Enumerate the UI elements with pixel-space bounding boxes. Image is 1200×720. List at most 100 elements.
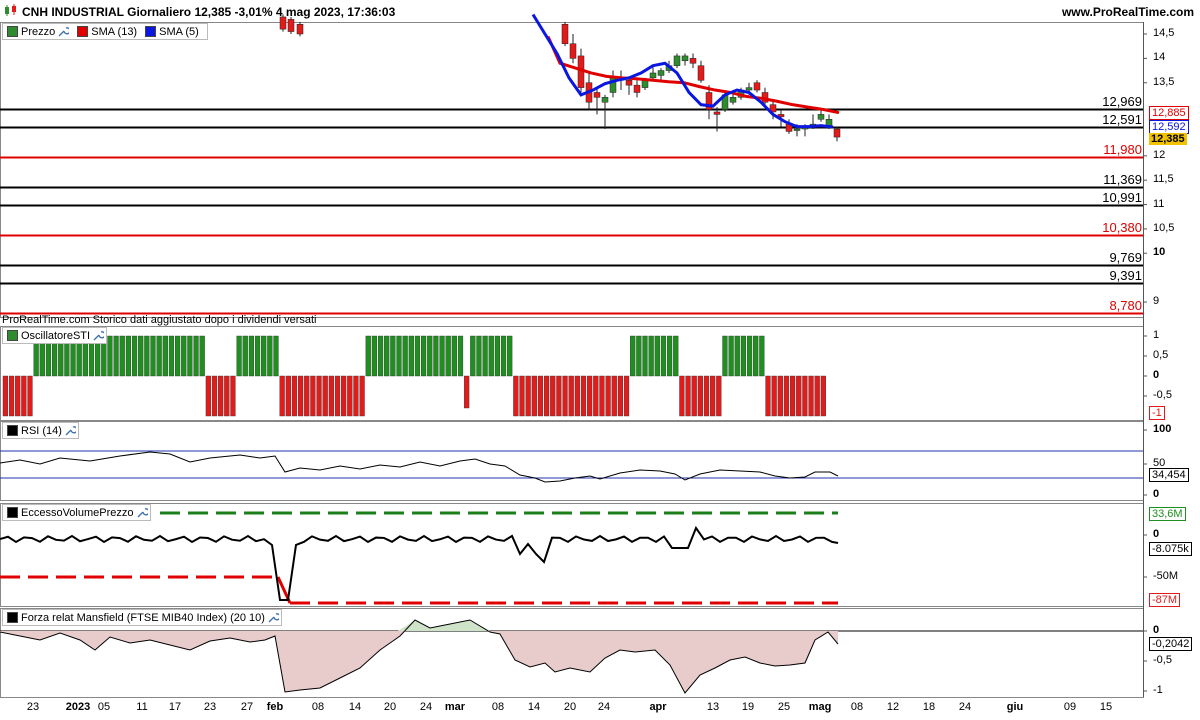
stoch-bar <box>439 335 445 377</box>
stoch-bar <box>660 335 667 377</box>
volume-line <box>0 525 839 601</box>
date-label: 20 <box>563 701 577 713</box>
wrench-icon[interactable] <box>57 26 70 38</box>
volume-legend[interactable]: EccessoVolumePrezzo <box>2 504 151 521</box>
candle-body <box>279 16 287 30</box>
wrench-icon[interactable] <box>267 612 279 624</box>
sma13-swatch <box>77 26 89 37</box>
wrench-icon[interactable] <box>92 330 105 342</box>
rsi-legend[interactable]: RSI (14) <box>2 422 79 439</box>
stoch-bars <box>2 335 826 417</box>
axis-tick-label: 13,5 <box>1153 75 1175 88</box>
candles <box>279 14 841 142</box>
candle-body <box>697 65 705 81</box>
stoch-bar <box>242 335 248 377</box>
date-label: 18 <box>922 701 936 713</box>
candle-body <box>833 128 841 138</box>
level-label: 9,391 <box>1109 267 1142 283</box>
stoch-bar <box>685 375 691 417</box>
axis-tick-label: 10,5 <box>1153 221 1175 234</box>
stoch-bar <box>697 375 703 417</box>
volume-legend-label: EccessoVolumePrezzo <box>21 506 134 519</box>
date-label: 15 <box>1099 701 1113 713</box>
date-label: 20 <box>383 701 397 713</box>
stoch-bar <box>8 375 15 417</box>
level-label: 8,780 <box>1109 297 1142 313</box>
mansfield-plot <box>0 619 1143 694</box>
wrench-icon[interactable] <box>136 507 148 519</box>
stoch-bar <box>574 375 580 417</box>
candle-body <box>729 97 737 103</box>
stoch-bar <box>230 375 236 417</box>
stoch-bar <box>107 335 113 377</box>
stoch-bar <box>328 375 334 417</box>
stoch-bar <box>507 335 513 377</box>
axis-tick-label: -50M <box>1153 570 1179 582</box>
stoch-bar <box>771 375 777 417</box>
candle-icon <box>7 26 18 37</box>
stoch-legend[interactable]: OscillatoreSTI <box>2 327 108 344</box>
stoch-bar <box>304 375 310 417</box>
stoch-bar <box>402 335 408 377</box>
wrench-icon[interactable] <box>64 425 76 437</box>
stoch-bar <box>746 335 753 377</box>
axis-tick-label: 0,5 <box>1153 349 1169 361</box>
stoch-bar <box>341 375 347 417</box>
sma5-swatch <box>145 26 157 37</box>
stoch-bar <box>119 335 125 377</box>
stoch-bar <box>27 375 33 417</box>
stoch-bar <box>224 375 230 417</box>
mansfield-legend-label: Forza relat Mansfield (FTSE MIB40 Index)… <box>21 611 265 624</box>
stoch-bar <box>722 335 728 377</box>
stoch-bar <box>531 375 537 417</box>
stoch-bar <box>261 335 267 377</box>
date-label: 08 <box>311 701 325 713</box>
stoch-bar <box>630 335 636 377</box>
stoch-legend-label: OscillatoreSTI <box>21 329 91 342</box>
date-label: 13 <box>706 701 720 713</box>
legend-sma13-label: SMA (13) <box>91 25 138 38</box>
rsi-plot <box>0 450 1143 483</box>
mansfield-legend[interactable]: Forza relat Mansfield (FTSE MIB40 Index)… <box>2 609 282 626</box>
date-label: giu <box>1006 701 1024 713</box>
stoch-bar <box>710 375 716 417</box>
candle-body <box>745 87 753 91</box>
stoch-bar <box>298 375 304 417</box>
stoch-bar <box>513 375 519 417</box>
mansfield-last-tag: -0,2042 <box>1149 637 1193 651</box>
date-label: 12 <box>886 701 900 713</box>
date-label: feb <box>266 701 284 713</box>
candle-body <box>817 114 825 120</box>
data-note: ProRealTime.com Storico dati aggiustato … <box>2 314 317 326</box>
sma5-tag: 12,592 <box>1149 120 1189 134</box>
stoch-bar <box>371 335 378 377</box>
date-label: 05 <box>97 701 111 713</box>
axis-tick-label: 10 <box>1153 246 1166 259</box>
stoch-bar <box>21 375 27 417</box>
last-price-tag: 12,385 <box>1149 133 1187 145</box>
price-legend[interactable]: Prezzo SMA (13) SMA (5) <box>2 23 208 40</box>
stoch-bar <box>421 335 427 377</box>
candle-body <box>657 70 665 76</box>
axis-tick-label: 14 <box>1153 51 1166 64</box>
stoch-bar <box>599 375 605 417</box>
candle-body <box>689 58 697 64</box>
stoch-bar <box>673 335 679 377</box>
axis-tick-label: -1 <box>1153 684 1163 696</box>
candle-body <box>793 128 801 131</box>
stoch-bar <box>211 375 218 417</box>
stoch-bar <box>814 375 820 417</box>
candle-body <box>625 80 633 86</box>
axis-tick-label: 100 <box>1153 423 1172 435</box>
stoch-bar <box>322 375 328 417</box>
candle-body <box>633 84 641 93</box>
level-label: 10,991 <box>1102 189 1142 205</box>
stoch-bar <box>359 375 365 417</box>
stoch-bar <box>291 375 298 417</box>
legend-price-label: Prezzo <box>21 25 56 38</box>
stoch-bar <box>808 375 814 417</box>
stoch-bar <box>414 335 421 377</box>
stoch-bar <box>310 375 316 417</box>
stoch-bar <box>15 375 21 417</box>
stoch-bar <box>168 335 175 377</box>
